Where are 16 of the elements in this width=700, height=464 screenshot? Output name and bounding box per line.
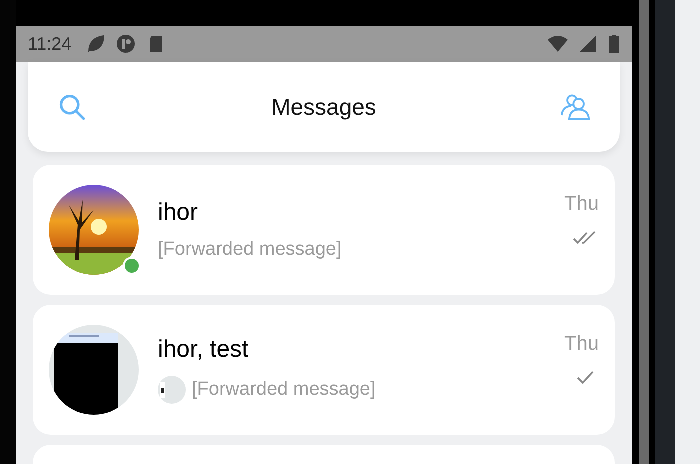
circle-icon: [116, 34, 136, 54]
wifi-icon: [548, 34, 568, 54]
chat-name: ihor, test: [158, 336, 250, 364]
message-preview: [Forwarded message]: [192, 379, 376, 401]
chat-time: Thu: [564, 193, 599, 216]
contacts-icon[interactable]: [560, 92, 592, 122]
chat-item[interactable]: ihor, test [Forwarded message] Thu: [33, 305, 615, 435]
chat-name: ihor: [158, 199, 200, 227]
status-time: 11:24: [28, 34, 72, 54]
leaf-icon: [86, 34, 106, 54]
message-preview: [Forwarded message]: [158, 239, 342, 261]
chat-item[interactable]: ihor [Forwarded message] Thu: [33, 165, 615, 295]
signal-icon: [578, 34, 598, 54]
chat-time: Thu: [564, 333, 599, 356]
battery-icon: [608, 34, 620, 54]
header-title: Messages: [272, 94, 376, 120]
